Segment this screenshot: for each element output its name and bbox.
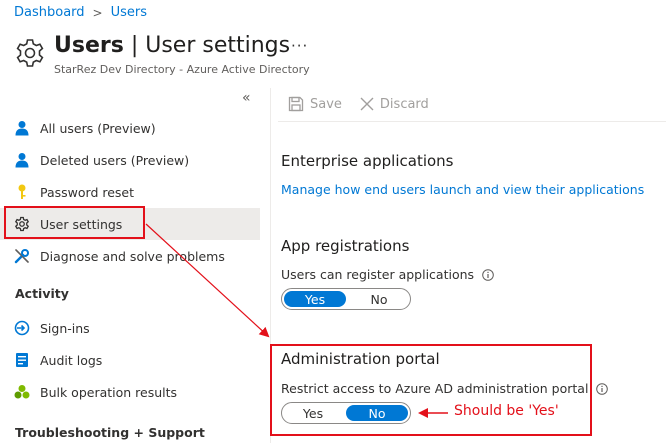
annotation-arrows	[145, 223, 448, 418]
annotation-should-be-yes: Should be 'Yes'	[454, 403, 559, 419]
arrow-to-admin-portal	[145, 223, 270, 338]
